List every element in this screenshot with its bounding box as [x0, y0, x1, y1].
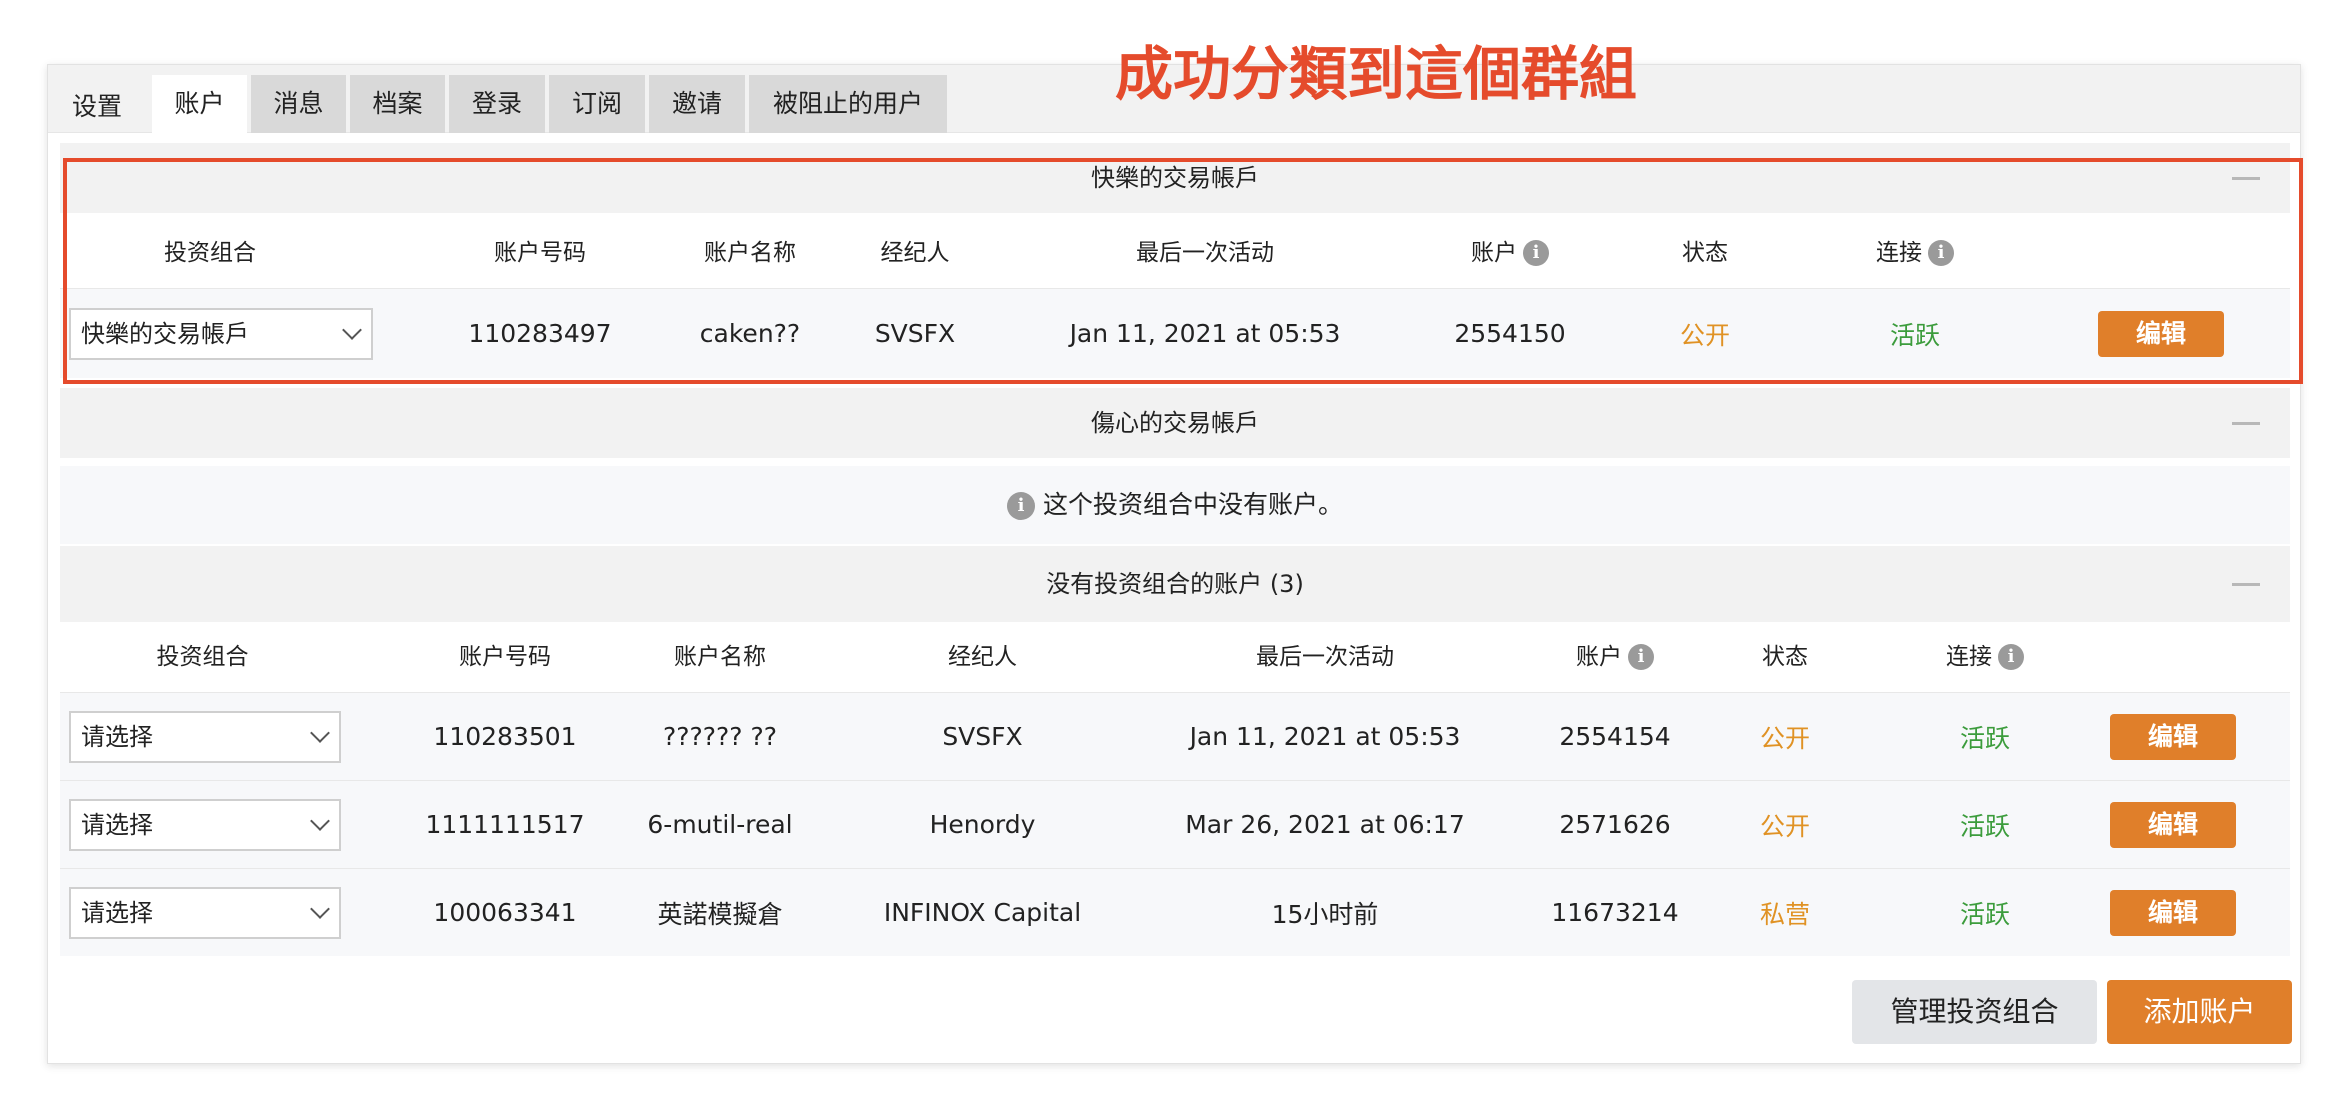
connection-status: 活跃: [1959, 723, 2010, 753]
edit-button[interactable]: 编辑: [2110, 713, 2236, 760]
info-icon: i: [1006, 492, 1035, 520]
col-account-label: 账户: [1471, 240, 1517, 266]
group-header-sad[interactable]: 傷心的交易帳戶: [60, 388, 2290, 458]
col-portfolio: 投资组合: [156, 644, 249, 670]
minus-icon[interactable]: [2232, 583, 2260, 586]
tab-invite[interactable]: 邀请: [649, 75, 745, 133]
col-account-label: 账户: [1576, 644, 1622, 670]
empty-message-text: 这个投资组合中没有账户。: [1042, 490, 1343, 519]
portfolio-select[interactable]: 请选择: [69, 887, 341, 939]
account-number: 110283501: [433, 722, 577, 751]
select-value: 快樂的交易帳戶: [81, 320, 249, 348]
account-name: caken??: [699, 319, 801, 348]
tab-profile[interactable]: 档案: [350, 75, 445, 133]
col-broker: 经纪人: [880, 240, 950, 266]
status-badge: 私营: [1759, 899, 1810, 929]
account-id: 11673214: [1551, 898, 1679, 927]
group-title: 没有投资组合的账户 (3): [1046, 570, 1304, 598]
tab-subscription[interactable]: 订阅: [549, 75, 645, 133]
chevron-down-icon: [310, 811, 330, 831]
edit-button[interactable]: 编辑: [2110, 801, 2236, 848]
col-connection-label: 连接: [1946, 644, 1992, 670]
account-id: 2554154: [1559, 722, 1671, 751]
chevron-down-icon: [342, 320, 362, 340]
group-header-unassigned[interactable]: 没有投资组合的账户 (3): [60, 546, 2290, 622]
account-number: 110283497: [468, 319, 612, 348]
connection-status: 活跃: [1959, 899, 2010, 929]
broker: SVSFX: [874, 319, 956, 348]
col-account-name: 账户名称: [674, 644, 766, 670]
info-icon[interactable]: i: [1628, 644, 1654, 670]
status-badge: 公开: [1759, 811, 1810, 841]
chevron-down-icon: [310, 723, 330, 743]
chevron-down-icon: [310, 899, 330, 919]
broker: Henordy: [929, 810, 1036, 839]
tab-blocked-users[interactable]: 被阻止的用户: [749, 75, 947, 133]
edit-button[interactable]: 编辑: [2110, 889, 2236, 936]
tab-messages[interactable]: 消息: [251, 75, 346, 133]
table-row: 请选择 1111111517 6-mutil-real Henordy Mar …: [60, 780, 2290, 868]
select-value: 请选择: [81, 723, 153, 751]
portfolio-select[interactable]: 请选择: [69, 799, 341, 851]
tab-login[interactable]: 登录: [449, 75, 545, 133]
last-activity: Jan 11, 2021 at 05:53: [1069, 319, 1341, 348]
account-name: 6-mutil-real: [647, 810, 793, 839]
account-number: 1111111517: [425, 810, 585, 839]
status-badge: 公开: [1679, 320, 1730, 350]
account-id: 2554150: [1454, 319, 1566, 348]
column-header-row: 投资组合 账户号码 账户名称 经纪人 最后一次活动 账户 i 状态 连接 i: [60, 622, 2290, 692]
last-activity: Jan 11, 2021 at 05:53: [1189, 722, 1461, 751]
col-account-name: 账户名称: [704, 240, 796, 266]
column-header-row: 投资组合 账户号码 账户名称 经纪人 最后一次活动 账户 i 状态 连接 i: [60, 218, 2290, 288]
table-row: 快樂的交易帳戶 110283497 caken?? SVSFX Jan 11, …: [60, 288, 2290, 378]
account-name: 英諾模擬倉: [657, 899, 783, 929]
info-icon[interactable]: i: [1998, 644, 2024, 670]
group-title: 傷心的交易帳戶: [1091, 409, 1259, 437]
select-value: 请选择: [81, 811, 153, 839]
group-header-happy[interactable]: 快樂的交易帳戶: [60, 143, 2290, 213]
minus-icon[interactable]: [2232, 422, 2260, 425]
col-account: 账户 i: [1515, 622, 1715, 692]
account-name: ?????? ??: [662, 722, 778, 751]
col-status: 状态: [1682, 240, 1728, 266]
account-number: 100063341: [433, 898, 577, 927]
add-account-button[interactable]: 添加账户: [2107, 980, 2292, 1044]
info-icon[interactable]: i: [1523, 240, 1549, 266]
settings-label: 设置: [72, 92, 123, 121]
last-activity: 15小时前: [1271, 899, 1379, 929]
col-status: 状态: [1762, 644, 1808, 670]
broker: INFINOX Capital: [883, 898, 1082, 927]
info-icon[interactable]: i: [1928, 240, 1954, 266]
table-row: 请选择 100063341 英諾模擬倉 INFINOX Capital 15小时…: [60, 868, 2290, 956]
connection-status: 活跃: [1959, 811, 2010, 841]
minus-icon[interactable]: [2232, 177, 2260, 180]
status-badge: 公开: [1759, 723, 1810, 753]
col-connection-label: 连接: [1876, 240, 1922, 266]
connection-status: 活跃: [1889, 320, 1940, 350]
manage-portfolio-button[interactable]: 管理投资组合: [1852, 980, 2097, 1044]
edit-button[interactable]: 编辑: [2098, 310, 2224, 357]
select-value: 请选择: [81, 899, 153, 927]
last-activity: Mar 26, 2021 at 06:17: [1185, 810, 1465, 839]
col-last-activity: 最后一次活动: [1256, 644, 1394, 670]
col-account: 账户 i: [1410, 218, 1610, 288]
empty-message: i 这个投资组合中没有账户。: [60, 466, 2290, 544]
broker: SVSFX: [942, 722, 1023, 751]
portfolio-select[interactable]: 请选择: [69, 711, 341, 763]
group-title: 快樂的交易帳戶: [1091, 164, 1259, 192]
col-last-activity: 最后一次活动: [1136, 240, 1274, 266]
table-row: 请选择 110283501 ?????? ?? SVSFX Jan 11, 20…: [60, 692, 2290, 780]
col-connection: 连接 i: [1860, 622, 2110, 692]
col-account-number: 账户号码: [494, 240, 586, 266]
tab-accounts[interactable]: 账户: [152, 75, 247, 134]
success-banner: 成功分類到這個群組: [1115, 40, 1638, 108]
col-broker: 经纪人: [948, 644, 1017, 670]
col-account-number: 账户号码: [459, 644, 551, 670]
portfolio-select[interactable]: 快樂的交易帳戶: [69, 308, 373, 360]
col-portfolio: 投资组合: [164, 240, 256, 266]
account-id: 2571626: [1559, 810, 1671, 839]
col-connection: 连接 i: [1790, 218, 2040, 288]
